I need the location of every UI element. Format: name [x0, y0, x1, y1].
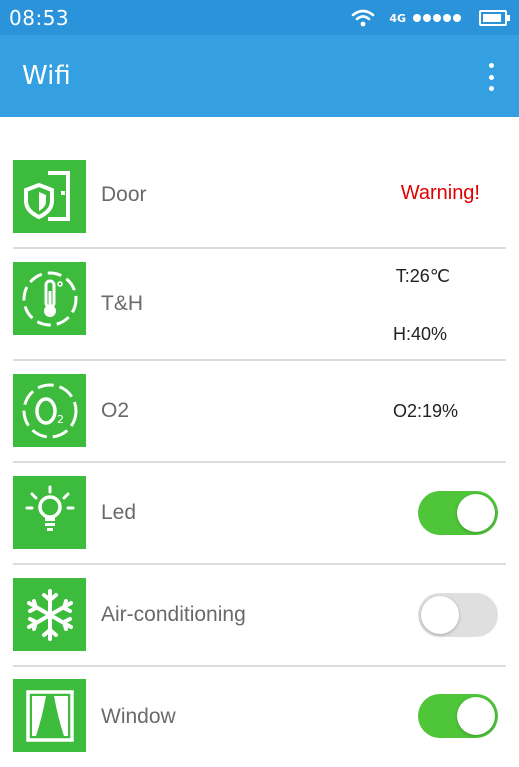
device-row-window[interactable]: Window — [13, 667, 506, 767]
overflow-menu-icon[interactable] — [483, 63, 499, 91]
device-label: Window — [101, 705, 176, 728]
lightbulb-icon — [13, 476, 86, 549]
door-status: Warning! — [400, 182, 480, 204]
device-label: Air-conditioning — [101, 603, 246, 626]
device-row-o2[interactable]: 2 O2 O2:19% — [13, 361, 506, 463]
humidity-value: H:40% — [392, 324, 447, 344]
svg-text:2: 2 — [57, 413, 64, 426]
battery-icon — [479, 10, 510, 26]
air-conditioning-toggle[interactable] — [418, 593, 498, 637]
o2-value: O2:19% — [392, 401, 458, 421]
page-title: Wifi — [22, 61, 71, 91]
device-label: T&H — [101, 292, 143, 315]
toggle-knob — [457, 697, 495, 735]
signal-strength-icon — [413, 14, 461, 22]
device-row-led[interactable]: Led — [13, 463, 506, 565]
status-time: 08:53 — [9, 6, 70, 30]
device-row-air-conditioning[interactable]: Air-conditioning — [13, 565, 506, 667]
device-list: Door Warning! T&H T:26℃ H:40% 2 O2 O2:19… — [13, 145, 506, 767]
thermometer-icon — [13, 262, 86, 335]
device-row-th[interactable]: T&H T:26℃ H:40% — [13, 249, 506, 361]
wifi-signal-icon — [352, 9, 375, 27]
door-shield-icon — [13, 160, 86, 233]
device-label: O2 — [101, 399, 130, 422]
status-icons: 4G — [351, 6, 510, 30]
device-label: Led — [101, 501, 137, 524]
led-toggle[interactable] — [418, 491, 498, 535]
status-bar: 08:53 4G — [0, 0, 519, 35]
toggle-knob — [421, 596, 459, 634]
temperature-value: T:26℃ — [395, 266, 450, 286]
snowflake-icon — [13, 578, 86, 651]
o2-icon: 2 — [13, 374, 86, 447]
device-label: Door — [101, 183, 147, 206]
app-bar: Wifi — [0, 35, 519, 117]
toggle-knob — [457, 494, 495, 532]
window-curtain-icon — [13, 679, 86, 752]
network-type: 4G — [389, 11, 406, 25]
device-row-door[interactable]: Door Warning! — [13, 145, 506, 249]
window-toggle[interactable] — [418, 694, 498, 738]
